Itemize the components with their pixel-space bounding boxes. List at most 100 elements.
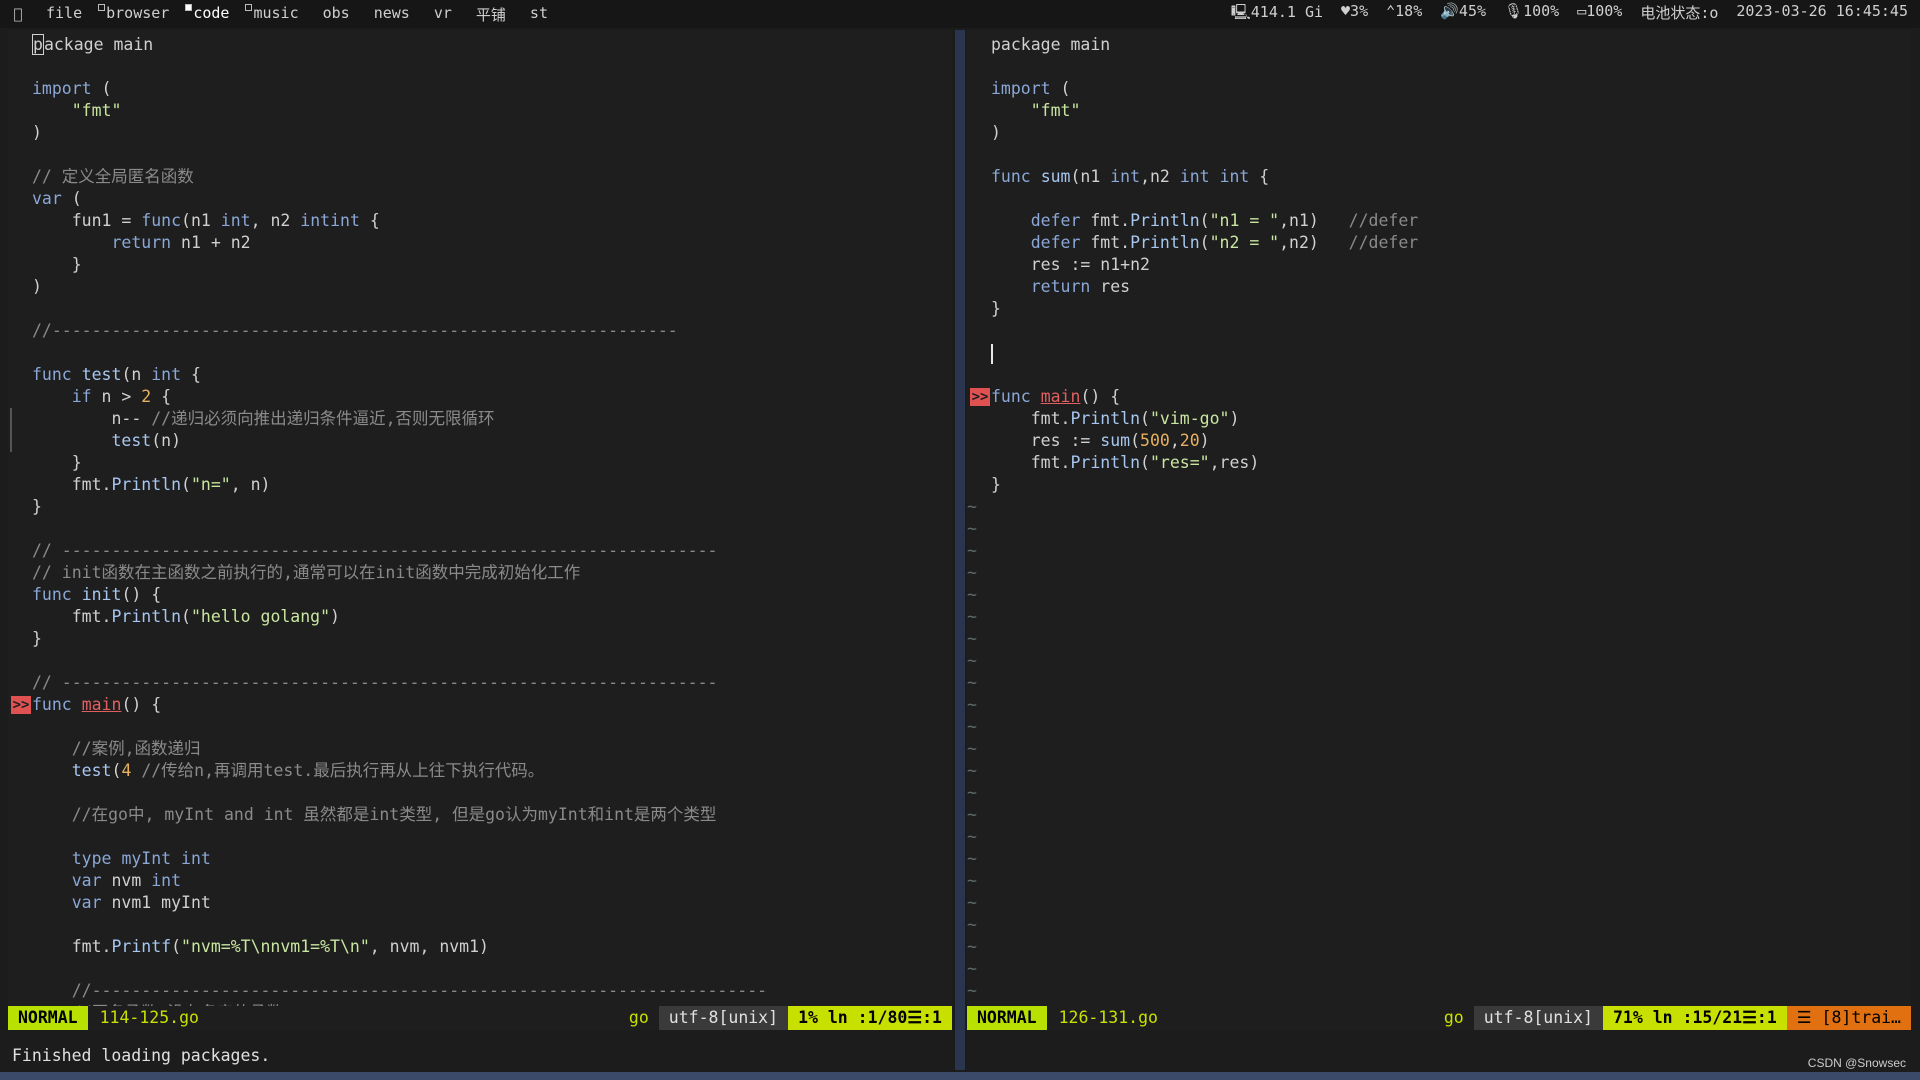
code-line[interactable]: type myInt int: [8, 848, 952, 870]
code-line[interactable]: }: [8, 628, 952, 650]
code-token: (: [91, 79, 112, 98]
empty-line-marker: ~: [967, 607, 977, 626]
code-line[interactable]: "fmt": [967, 100, 1911, 122]
workspace-tag-2[interactable]: code: [183, 3, 239, 25]
code-line[interactable]: }: [8, 452, 952, 474]
code-line[interactable]: func test(n int {: [8, 364, 952, 386]
code-token: ): [32, 277, 42, 296]
code-line[interactable]: fmt.Println("vim-go"): [967, 408, 1911, 430]
code-line[interactable]: ): [8, 122, 952, 144]
code-line[interactable]: }: [8, 496, 952, 518]
code-line[interactable]: return n1 + n2: [8, 232, 952, 254]
workspace-tag-label: st: [529, 3, 548, 22]
code-line[interactable]: fmt.Println("hello golang"): [8, 606, 952, 628]
code-line[interactable]: ): [967, 122, 1911, 144]
code-line[interactable]: var nvm int: [8, 870, 952, 892]
code-line[interactable]: // -------------------------------------…: [8, 540, 952, 562]
code-line[interactable]: // -------------------------------------…: [8, 672, 952, 694]
volume-indicator[interactable]: 🔊45%: [1440, 2, 1486, 27]
code-token: (n: [121, 365, 152, 384]
code-token: int: [1110, 167, 1141, 186]
left-code-area[interactable]: package main import ( "fmt") // 定义全局匿名函数 va…: [8, 34, 952, 1024]
code-line[interactable]: ): [8, 276, 952, 298]
code-line[interactable]: //在go中, myInt and int 虽然都是int类型, 但是go认为m…: [8, 804, 952, 826]
code-line[interactable]: import (: [8, 78, 952, 100]
code-line[interactable]: fun1 = func(n1 int, n2 intint {: [8, 210, 952, 232]
code-line[interactable]: [8, 650, 952, 672]
code-line[interactable]: func init() {: [8, 584, 952, 606]
code-line[interactable]: // 定义全局匿名函数: [8, 166, 952, 188]
right-code-area[interactable]: package main import ( "fmt") func sum(n1 i…: [967, 34, 1911, 1002]
code-token: {: [359, 211, 380, 230]
code-line[interactable]: [967, 144, 1911, 166]
code-token: }: [991, 475, 1001, 494]
code-line[interactable]: test(4 //传给n,再调用test.最后执行再从上往下执行代码。: [8, 760, 952, 782]
code-line[interactable]: }: [967, 298, 1911, 320]
code-line[interactable]: n-- //递归必须向推出递归条件逼近,否则无限循环: [8, 408, 952, 430]
mic-indicator[interactable]: 🎙100%: [1504, 2, 1559, 27]
code-line[interactable]: // init函数在主函数之前执行的,通常可以在init函数中完成初始化工作: [8, 562, 952, 584]
code-line[interactable]: //案例,函数递归: [8, 738, 952, 760]
code-line[interactable]: [8, 342, 952, 364]
workspace-tag-5[interactable]: news: [364, 4, 420, 25]
code-line[interactable]: [8, 56, 952, 78]
code-line[interactable]: [8, 958, 952, 980]
battery-value: 100%: [1586, 1, 1623, 20]
error-sign-icon: >>: [11, 696, 31, 714]
code-line[interactable]: [8, 518, 952, 540]
code-line[interactable]: res := n1+n2: [967, 254, 1911, 276]
empty-line-marker: ~: [967, 783, 977, 802]
code-line[interactable]: var nvm1 myInt: [8, 892, 952, 914]
code-line[interactable]: [8, 826, 952, 848]
code-line[interactable]: func sum(n1 int,n2 int int {: [967, 166, 1911, 188]
code-line[interactable]: }: [967, 474, 1911, 496]
code-line[interactable]: //--------------------------------------…: [8, 980, 952, 1002]
code-token: int: [300, 211, 331, 230]
code-line[interactable]: >> func main() {: [8, 694, 952, 716]
code-line[interactable]: package main: [967, 34, 1911, 56]
code-line[interactable]: test(n): [8, 430, 952, 452]
pane-divider[interactable]: [955, 30, 965, 1070]
workspace-tag-6[interactable]: vr: [424, 4, 462, 25]
apple-icon[interactable]: : [0, 5, 36, 23]
cpu-indicator: ♥3%: [1341, 1, 1369, 20]
code-line[interactable]: fmt.Println("res=",res): [967, 452, 1911, 474]
code-line[interactable]: defer fmt.Println("n1 = ",n1) //defer: [967, 210, 1911, 232]
code-line[interactable]: [8, 298, 952, 320]
workspace-tag-8[interactable]: st: [520, 4, 558, 25]
workspace-tag-7[interactable]: 平铺: [466, 4, 516, 25]
code-line[interactable]: if n > 2 {: [8, 386, 952, 408]
code-line[interactable]: return res: [967, 276, 1911, 298]
code-line[interactable]: import (: [967, 78, 1911, 100]
code-line[interactable]: fmt.Println("n=", n): [8, 474, 952, 496]
code-line[interactable]: [8, 782, 952, 804]
code-line[interactable]: [967, 56, 1911, 78]
code-line[interactable]: defer fmt.Println("n2 = ",n2) //defer: [967, 232, 1911, 254]
code-line[interactable]: [8, 914, 952, 936]
code-line[interactable]: var (: [8, 188, 952, 210]
code-line[interactable]: [967, 188, 1911, 210]
code-line[interactable]: [967, 320, 1911, 342]
right-editor-pane[interactable]: package main import ( "fmt") func sum(n1 i…: [967, 30, 1911, 1030]
code-line[interactable]: [8, 716, 952, 738]
command-line[interactable]: Finished loading packages.: [12, 1046, 270, 1065]
code-line[interactable]: res := sum(500,20): [967, 430, 1911, 452]
code-token: test: [71, 761, 112, 780]
code-line[interactable]: >> func main() {: [967, 386, 1911, 408]
code-line[interactable]: }: [8, 254, 952, 276]
code-line[interactable]: //--------------------------------------…: [8, 320, 952, 342]
code-line[interactable]: [8, 144, 952, 166]
workspace-tag-1[interactable]: browser: [96, 3, 179, 25]
workspace-tag-4[interactable]: obs: [313, 4, 360, 25]
left-editor-pane[interactable]: package main import ( "fmt") // 定义全局匿名函数 va…: [8, 30, 952, 1030]
code-line[interactable]: fmt.Printf("nvm=%T\nnvm1=%T\n", nvm, nvm…: [8, 936, 952, 958]
code-line[interactable]: [967, 364, 1911, 386]
code-line[interactable]: package main: [8, 34, 952, 56]
volume-value: 45%: [1458, 1, 1487, 20]
code-line[interactable]: [967, 342, 1911, 364]
workspace-tag-0[interactable]: file: [36, 4, 92, 25]
code-line[interactable]: "fmt": [8, 100, 952, 122]
workspace-tag-3[interactable]: music: [243, 3, 308, 25]
